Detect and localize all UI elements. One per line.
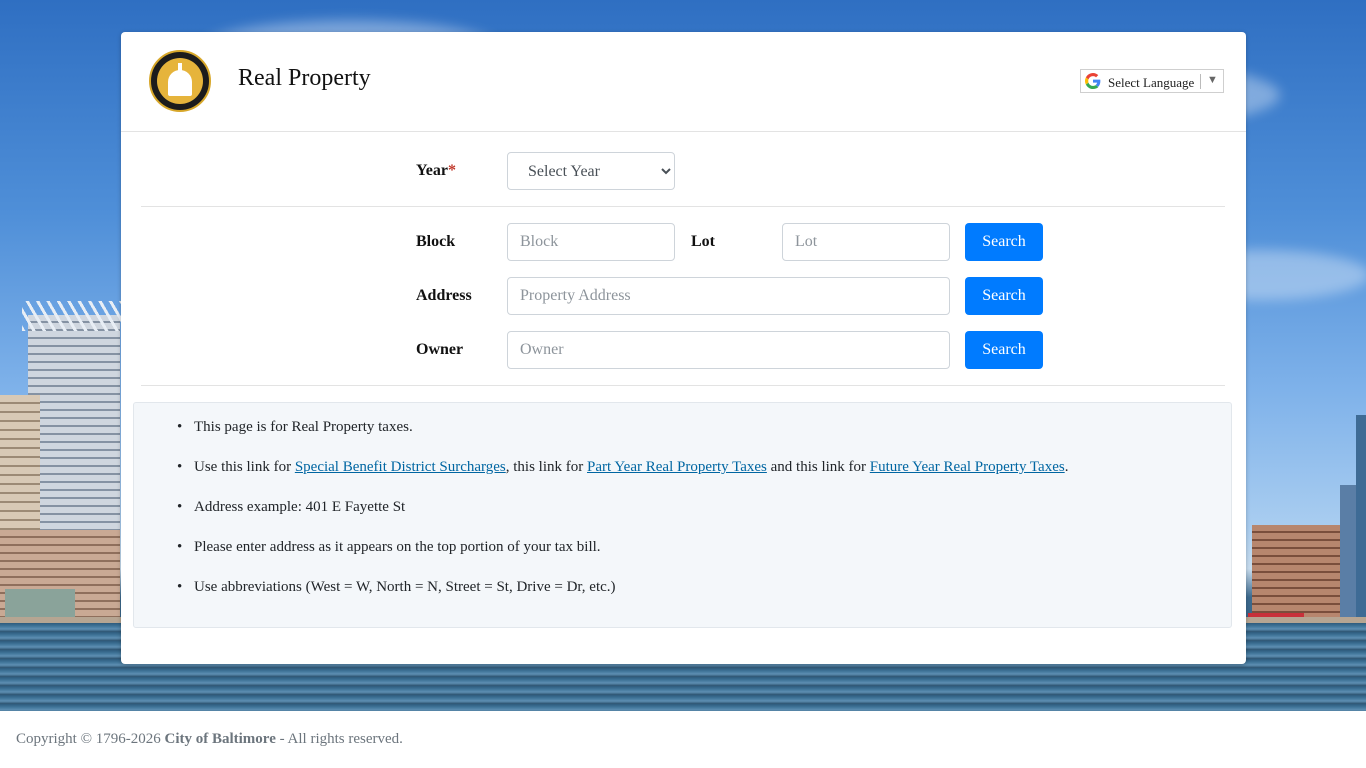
footer-org: City of Baltimore — [164, 731, 276, 747]
divider — [141, 385, 1225, 386]
search-card: Real Property Select Language ▼ Year* Se… — [121, 32, 1246, 664]
lot-input[interactable] — [782, 223, 950, 261]
required-mark: * — [447, 162, 456, 179]
search-block-lot-button[interactable]: Search — [965, 223, 1043, 261]
year-select[interactable]: Select Year — [507, 152, 675, 190]
year-label: Year* — [416, 162, 456, 179]
caret-down-icon: ▼ — [1207, 74, 1218, 86]
info-item-links: Use this link for Special Benefit Distri… — [177, 458, 1068, 476]
info-list: This page is for Real Property taxes. Us… — [177, 418, 1068, 618]
language-selector[interactable]: Select Language ▼ — [1080, 69, 1224, 93]
info-item: This page is for Real Property taxes. — [177, 418, 1068, 436]
search-owner-button[interactable]: Search — [965, 331, 1043, 369]
google-g-icon — [1085, 73, 1101, 89]
divider — [1200, 74, 1201, 89]
card-header: Real Property Select Language ▼ — [121, 32, 1246, 132]
info-item: Use abbreviations (West = W, North = N, … — [177, 578, 1068, 596]
address-input[interactable] — [507, 277, 950, 315]
future-year-taxes-link[interactable]: Future Year Real Property Taxes — [870, 459, 1065, 475]
info-item: Address example: 401 E Fayette St — [177, 498, 1068, 516]
part-year-taxes-link[interactable]: Part Year Real Property Taxes — [587, 459, 767, 475]
footer-copyright: Copyright © 1796-2026 City of Baltimore … — [16, 731, 403, 747]
page-title: Real Property — [238, 65, 371, 91]
owner-input[interactable] — [507, 331, 950, 369]
search-address-button[interactable]: Search — [965, 277, 1043, 315]
language-label: Select Language — [1108, 75, 1195, 90]
owner-label: Owner — [416, 341, 464, 358]
special-benefit-district-link[interactable]: Special Benefit District Surcharges — [295, 459, 506, 475]
divider — [141, 206, 1225, 207]
lot-label: Lot — [691, 233, 715, 250]
info-item: Please enter address as it appears on th… — [177, 538, 1068, 556]
address-label: Address — [416, 287, 472, 304]
info-panel: This page is for Real Property taxes. Us… — [133, 402, 1232, 628]
block-input[interactable] — [507, 223, 675, 261]
block-label: Block — [416, 233, 456, 250]
city-seal-logo — [149, 50, 211, 112]
